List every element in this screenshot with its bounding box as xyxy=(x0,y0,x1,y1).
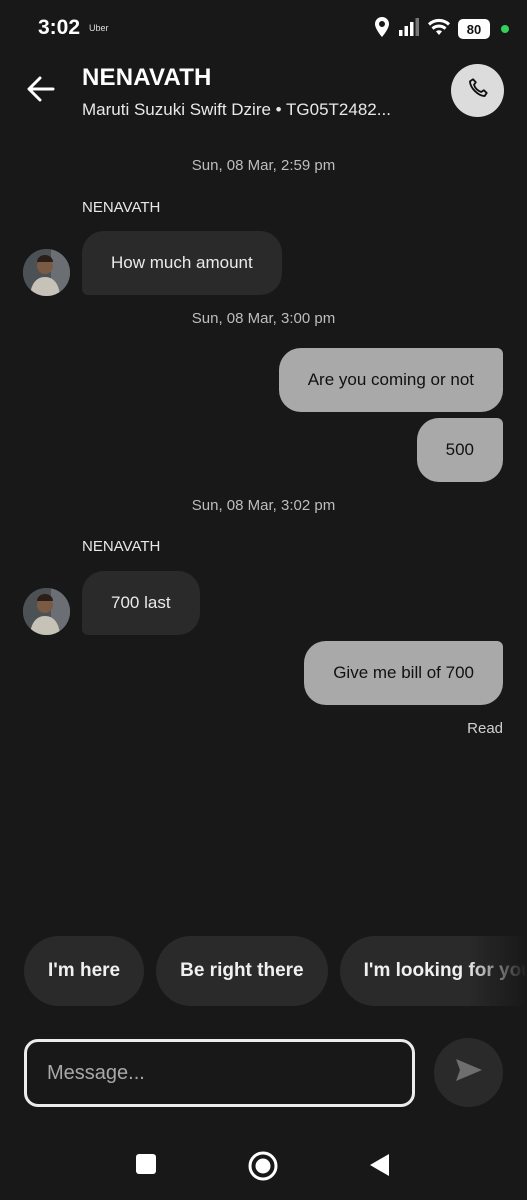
message-timestamp: Sun, 08 Mar, 2:59 pm xyxy=(191,157,336,174)
status-icons: 80 xyxy=(373,16,509,43)
status-bar: 3:02 Uber 80 xyxy=(0,0,527,58)
battery-icon: 80 xyxy=(458,19,490,39)
call-button[interactable] xyxy=(451,64,504,117)
phone-icon xyxy=(467,77,489,104)
send-button[interactable] xyxy=(434,1038,503,1107)
location-icon xyxy=(373,16,391,43)
read-receipt: Read xyxy=(467,720,503,737)
privacy-indicator-dot xyxy=(501,25,509,33)
outgoing-message[interactable]: 500 xyxy=(416,418,503,482)
message-timestamp: Sun, 08 Mar, 3:02 pm xyxy=(191,497,336,514)
signal-icon xyxy=(398,17,420,41)
arrow-left-icon xyxy=(27,76,55,107)
quick-replies: I'm here Be right there I'm looking for … xyxy=(24,936,527,1006)
back-button[interactable] xyxy=(24,74,58,108)
back-nav-button[interactable] xyxy=(367,1152,391,1183)
home-circle-icon xyxy=(247,1150,279,1187)
status-app-label: Uber xyxy=(89,23,109,33)
recents-button[interactable] xyxy=(134,1152,158,1181)
incoming-message[interactable]: How much amount xyxy=(82,231,282,295)
sender-name: NENAVATH xyxy=(82,538,161,555)
chat-header: NENAVATH Maruti Suzuki Swift Dzire • TG0… xyxy=(0,58,527,128)
outgoing-message[interactable]: Give me bill of 700 xyxy=(304,641,503,705)
quick-reply-chip[interactable]: Be right there xyxy=(156,936,328,1006)
sender-name: NENAVATH xyxy=(82,199,161,216)
home-button[interactable] xyxy=(247,1150,279,1187)
quick-reply-chip[interactable]: I'm looking for you xyxy=(339,936,527,1006)
outgoing-message[interactable]: Are you coming or not xyxy=(278,348,503,412)
avatar[interactable] xyxy=(23,249,70,296)
vehicle-info: Maruti Suzuki Swift Dzire • TG05T2482... xyxy=(82,100,391,119)
send-icon xyxy=(454,1057,484,1088)
incoming-message[interactable]: 700 last xyxy=(82,571,200,635)
message-timestamp: Sun, 08 Mar, 3:00 pm xyxy=(191,310,336,327)
square-icon xyxy=(134,1152,158,1181)
triangle-back-icon xyxy=(367,1152,391,1183)
status-time: 3:02 xyxy=(38,16,81,39)
quick-reply-chip[interactable]: I'm here xyxy=(24,936,145,1006)
message-input[interactable] xyxy=(24,1039,415,1107)
system-nav-bar xyxy=(0,1130,527,1200)
avatar[interactable] xyxy=(23,588,70,635)
wifi-icon xyxy=(427,18,451,41)
contact-name: NENAVATH xyxy=(82,64,212,91)
